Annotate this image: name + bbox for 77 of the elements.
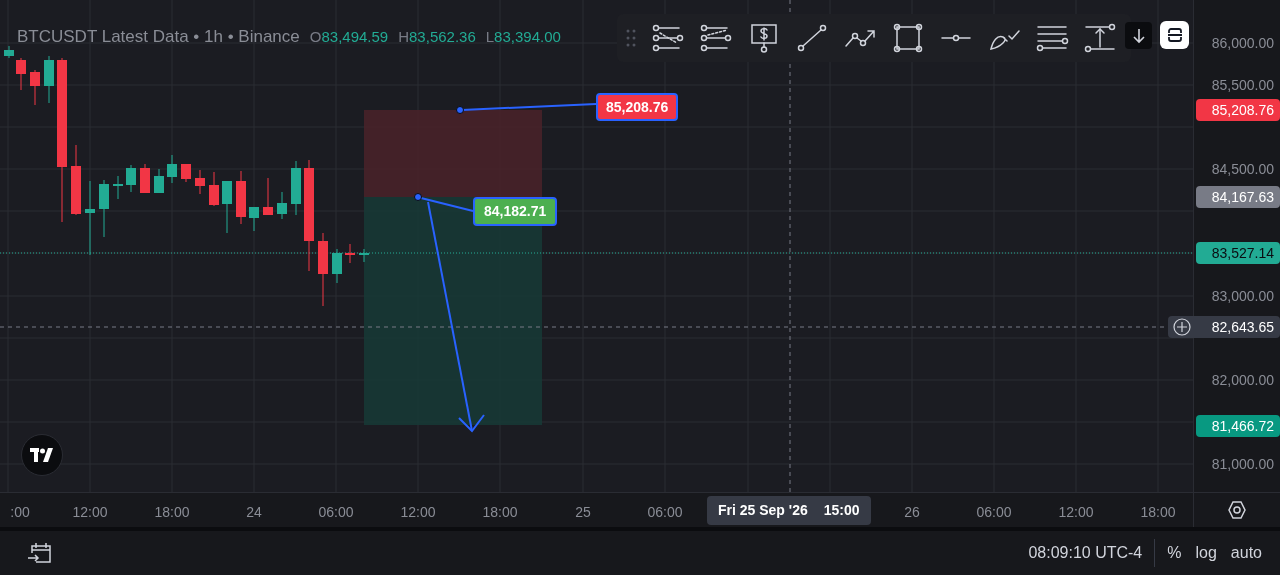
parallel-lines-icon[interactable] <box>1035 23 1069 53</box>
candle <box>195 169 205 195</box>
price-tag: 84,167.63 <box>1196 186 1280 208</box>
logo-button[interactable] <box>21 434 63 476</box>
price-tick: 85,500.00 <box>1211 75 1274 95</box>
time-tick: 18:00 <box>482 503 518 522</box>
close-toolbar-button[interactable] <box>1125 22 1152 49</box>
arrow-down-icon <box>1131 27 1146 44</box>
ohlc-value: O83,494.59 <box>309 26 389 47</box>
time-tick: 12:00 <box>1058 503 1094 522</box>
candle <box>71 144 81 216</box>
candle <box>181 163 191 183</box>
levels-icon[interactable] <box>651 23 685 53</box>
frame-icon <box>1166 27 1183 43</box>
candle <box>249 206 259 232</box>
crosshair-price-tag: 82,643.65 <box>1168 316 1280 338</box>
price-tick: 84,500.00 <box>1211 159 1274 179</box>
scale-button[interactable]: auto <box>1230 541 1262 565</box>
candle <box>140 163 150 194</box>
candle <box>263 177 273 216</box>
grip-icon[interactable] <box>625 28 637 48</box>
price-tick: 86,000.00 <box>1211 33 1274 53</box>
candle <box>113 175 123 200</box>
scale-button[interactable]: % <box>1167 541 1182 565</box>
time-tick: 24 <box>246 503 262 522</box>
logo-icon <box>30 448 54 462</box>
price-tag: 85,208.76 <box>1196 99 1280 121</box>
time-tick: 12:00 <box>400 503 436 522</box>
time-tick: 25 <box>575 503 591 522</box>
time-tick: 26 <box>904 503 920 522</box>
scale-button[interactable]: log <box>1195 541 1217 565</box>
time-tick: 06:00 <box>976 503 1012 522</box>
candle <box>236 170 246 225</box>
candle <box>16 57 26 91</box>
candle <box>30 69 40 106</box>
candle <box>4 45 14 59</box>
candle <box>291 160 301 216</box>
time-tick: 06:00 <box>318 503 354 522</box>
candle <box>332 248 342 284</box>
crosshair-time: 15:00 <box>823 501 860 520</box>
price-tick: 82,000.00 <box>1211 370 1274 390</box>
price-tag: 83,527.14 <box>1196 242 1280 264</box>
candle <box>277 191 287 220</box>
calendar-arrow-icon[interactable] <box>26 541 52 565</box>
ohlc-value: L83,394.00 <box>485 26 561 47</box>
candle <box>359 248 369 263</box>
target-label[interactable]: 85,208.76 <box>596 93 679 121</box>
clock[interactable]: 08:09:10 UTC-4 <box>1028 541 1143 565</box>
levels-icon[interactable] <box>699 23 733 53</box>
screenshot-button[interactable] <box>1160 21 1189 49</box>
time-tick: :00 <box>10 503 30 522</box>
trend-line-icon[interactable] <box>795 23 829 53</box>
rectangle-icon[interactable] <box>891 23 925 53</box>
anchor-point[interactable] <box>414 193 422 201</box>
candle <box>99 179 109 238</box>
candle <box>209 171 219 207</box>
time-tick: 18:00 <box>1140 503 1176 522</box>
candle <box>44 55 54 104</box>
time-tick: 12:00 <box>72 503 108 522</box>
time-tick: 06:00 <box>647 503 683 522</box>
ohlc-value: H83,562.36 <box>398 26 476 47</box>
price-tick: 81,000.00 <box>1211 454 1274 474</box>
crosshair-date: Fri 25 Sep '26 <box>718 501 808 520</box>
measure-icon[interactable] <box>1083 23 1117 53</box>
candle <box>222 180 232 234</box>
price-tag: 81,466.72 <box>1196 415 1280 437</box>
candle <box>154 168 164 194</box>
anchor-point[interactable] <box>456 106 464 114</box>
candle <box>167 154 177 184</box>
candle <box>126 164 136 193</box>
candle <box>345 243 355 264</box>
time-tick: 18:00 <box>154 503 190 522</box>
settings-icon[interactable] <box>1227 500 1247 520</box>
leader-line <box>420 197 474 212</box>
plus-circle-icon[interactable] <box>1173 318 1191 336</box>
chart-title: BTCUSDT Latest Data • 1h • Binance <box>17 26 300 48</box>
price-tick: 83,000.00 <box>1211 286 1274 306</box>
